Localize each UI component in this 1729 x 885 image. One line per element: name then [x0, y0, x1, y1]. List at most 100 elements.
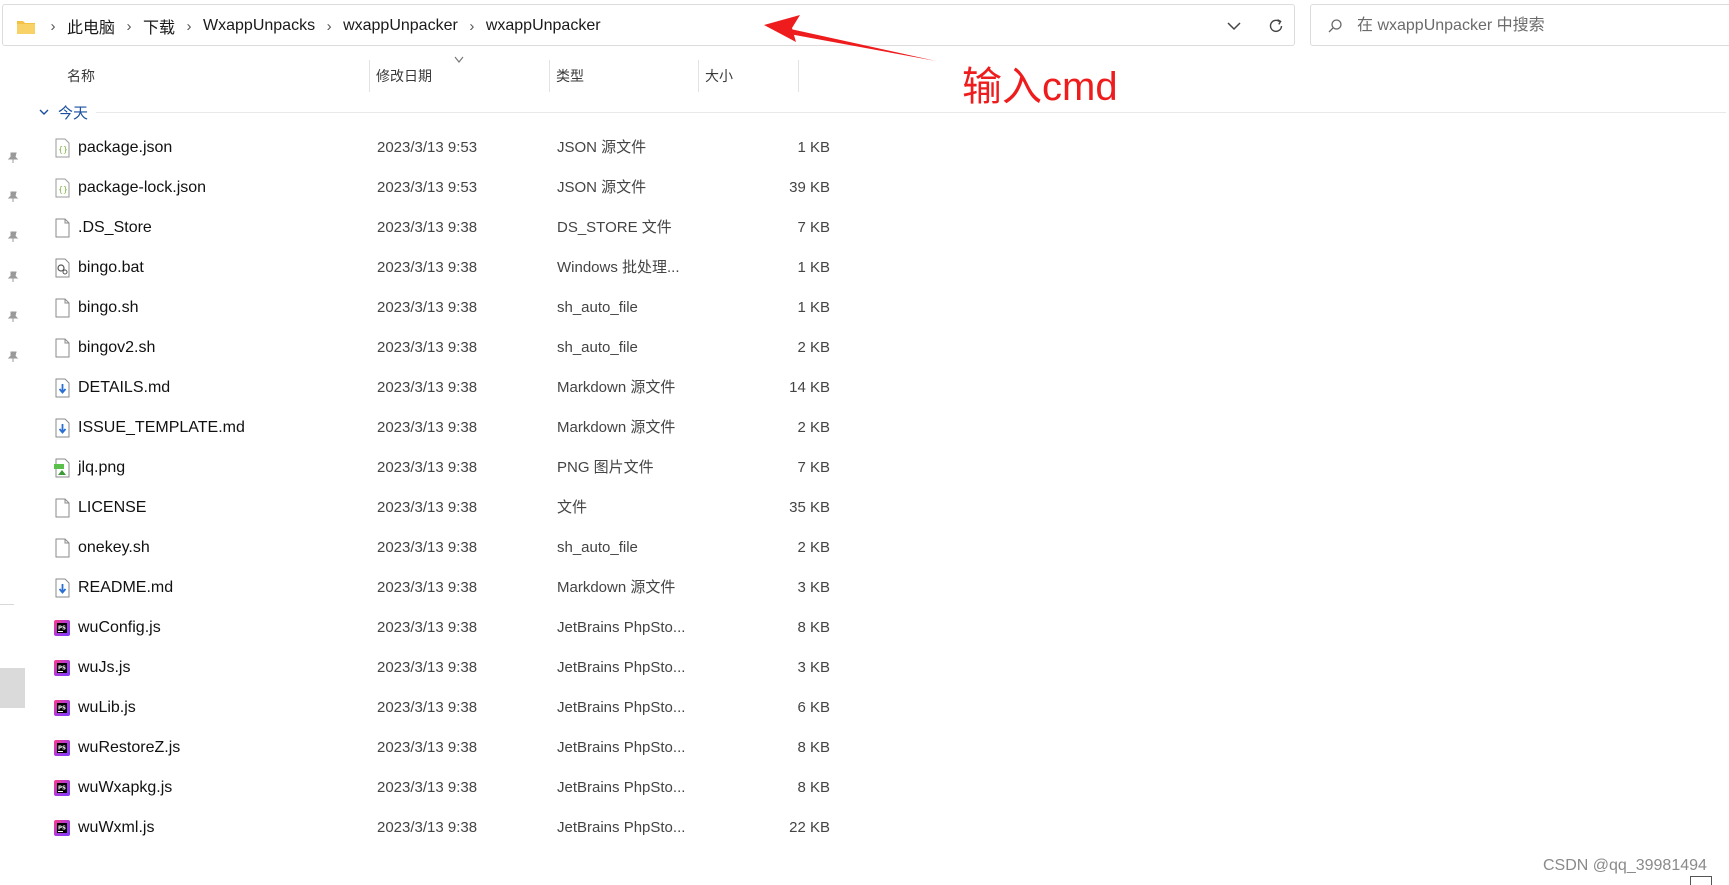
- file-size: 6 KB: [797, 699, 830, 716]
- file-name[interactable]: README.md: [78, 568, 173, 608]
- pin-icon[interactable]: [7, 191, 19, 203]
- file-modified: 2023/3/13 9:38: [377, 539, 478, 556]
- file-row[interactable]: bingo.bat 2023/3/13 9:38 Windows 批处理... 1 K…: [40, 248, 830, 288]
- file-row[interactable]: jlq.png 2023/3/13 9:38 PNG 图片文件 7 KB: [40, 448, 830, 488]
- file-name[interactable]: wuWxml.js: [78, 808, 154, 848]
- file-row[interactable]: .DS_Store 2023/3/13 9:38 DS_STORE 文件 7 KB: [40, 208, 830, 248]
- file-row[interactable]: {} package-lock.json 2023/3/13 9:53 JSON 源文…: [40, 168, 830, 208]
- file-type: sh_auto_file: [557, 339, 638, 356]
- annotation-arrow-icon: [764, 15, 936, 61]
- column-divider[interactable]: [369, 60, 370, 92]
- file-row[interactable]: onekey.sh 2023/3/13 9:38 sh_auto_file 2 KB: [40, 528, 830, 568]
- file-name[interactable]: bingov2.sh: [78, 328, 155, 368]
- address-bar[interactable]: › 此电脑 › 下载 › WxappUnpacks › wxappUnpacke…: [2, 4, 1295, 46]
- nav-scrollbar-thumb[interactable]: [0, 668, 25, 708]
- pin-icon[interactable]: [7, 152, 19, 164]
- file-row[interactable]: PS wuLib.js 2023/3/13 9:38 JetBrains PhpSto…: [40, 688, 830, 728]
- file-name[interactable]: DETAILS.md: [78, 368, 170, 408]
- breadcrumb-wxappunpacks[interactable]: WxappUnpacks: [203, 17, 315, 35]
- file-name[interactable]: wuJs.js: [78, 648, 130, 688]
- file-row[interactable]: bingo.sh 2023/3/13 9:38 sh_auto_file 1 KB: [40, 288, 830, 328]
- file-type: Markdown 源文件: [557, 579, 676, 596]
- file-name[interactable]: LICENSE: [78, 488, 146, 528]
- sort-descending-icon: [454, 56, 464, 63]
- column-divider[interactable]: [698, 60, 699, 92]
- file-size: 2 KB: [797, 339, 830, 356]
- file-name[interactable]: bingo.sh: [78, 288, 139, 328]
- pin-icon[interactable]: [7, 231, 19, 243]
- column-divider[interactable]: [549, 60, 550, 92]
- phpstorm-file-icon: PS: [54, 620, 70, 636]
- file-modified: 2023/3/13 9:38: [377, 339, 478, 356]
- watermark: CSDN @qq_39981494: [1543, 857, 1707, 874]
- file-row[interactable]: PS wuJs.js 2023/3/13 9:38 JetBrains PhpSto.…: [40, 648, 830, 688]
- file-row[interactable]: {} package.json 2023/3/13 9:53 JSON 源文件 1 KB: [40, 128, 830, 168]
- refresh-icon[interactable]: [1267, 17, 1285, 35]
- column-header-name[interactable]: 名称: [67, 58, 95, 94]
- column-header-modified[interactable]: 修改日期: [376, 58, 432, 94]
- file-type: JetBrains PhpSto...: [557, 819, 686, 836]
- breadcrumb-wxappunpacker-current[interactable]: wxappUnpacker: [486, 17, 601, 35]
- file-name[interactable]: package.json: [78, 128, 172, 168]
- chevron-right-icon[interactable]: ›: [115, 18, 143, 35]
- file-modified: 2023/3/13 9:38: [377, 659, 478, 676]
- file-row[interactable]: LICENSE 2023/3/13 9:38 文件 35 KB: [40, 488, 830, 528]
- svg-text:PS: PS: [58, 626, 66, 632]
- pin-icon[interactable]: [7, 351, 19, 363]
- file-row[interactable]: DETAILS.md 2023/3/13 9:38 Markdown 源文件 14 K…: [40, 368, 830, 408]
- chevron-right-icon[interactable]: ›: [175, 18, 203, 35]
- breadcrumb-this-pc[interactable]: 此电脑: [67, 14, 115, 38]
- file-row[interactable]: bingov2.sh 2023/3/13 9:38 sh_auto_file 2 KB: [40, 328, 830, 368]
- pin-icon[interactable]: [7, 311, 19, 323]
- chevron-down-icon[interactable]: [38, 106, 50, 118]
- file-row[interactable]: PS wuRestoreZ.js 2023/3/13 9:38 JetBrains P…: [40, 728, 830, 768]
- file-row[interactable]: README.md 2023/3/13 9:38 Markdown 源文件 3 KB: [40, 568, 830, 608]
- chevron-right-icon[interactable]: ›: [39, 18, 67, 35]
- file-size: 1 KB: [797, 139, 830, 156]
- file-name[interactable]: ISSUE_TEMPLATE.md: [78, 408, 245, 448]
- file-name[interactable]: package-lock.json: [78, 168, 206, 208]
- group-header-today[interactable]: 今天: [38, 100, 88, 124]
- file-modified: 2023/3/13 9:38: [377, 619, 478, 636]
- file-size: 1 KB: [797, 259, 830, 276]
- file-row[interactable]: PS wuWxml.js 2023/3/13 9:38 JetBrains PhpSt…: [40, 808, 830, 848]
- svg-text:{}: {}: [58, 185, 68, 194]
- navigation-pane: [0, 48, 25, 885]
- search-input[interactable]: [1355, 5, 1729, 47]
- blank-file-icon: [55, 298, 70, 318]
- file-name[interactable]: wuLib.js: [78, 688, 136, 728]
- file-size: 22 KB: [789, 819, 830, 836]
- chevron-down-icon[interactable]: [1225, 17, 1243, 35]
- file-name[interactable]: .DS_Store: [78, 208, 152, 248]
- file-name[interactable]: wuConfig.js: [78, 608, 161, 648]
- nav-divider: [0, 604, 14, 605]
- file-name[interactable]: jlq.png: [78, 448, 125, 488]
- column-header-type[interactable]: 类型: [556, 58, 584, 94]
- file-name[interactable]: bingo.bat: [78, 248, 144, 288]
- phpstorm-file-icon: PS: [54, 660, 70, 676]
- file-name[interactable]: wuRestoreZ.js: [78, 728, 180, 768]
- file-size: 3 KB: [797, 659, 830, 676]
- file-type: JSON 源文件: [557, 139, 647, 156]
- file-type: Markdown 源文件: [557, 379, 676, 396]
- corner-box: [1690, 876, 1712, 885]
- breadcrumb-downloads[interactable]: 下载: [143, 14, 175, 38]
- image-file-icon: [54, 458, 70, 478]
- blank-file-icon: [55, 338, 70, 358]
- file-row[interactable]: PS wuWxapkg.js 2023/3/13 9:38 JetBrains Php…: [40, 768, 830, 808]
- search-box[interactable]: [1310, 4, 1729, 47]
- file-row[interactable]: ISSUE_TEMPLATE.md 2023/3/13 9:38 Markdown …: [40, 408, 830, 448]
- file-modified: 2023/3/13 9:38: [377, 259, 478, 276]
- file-name[interactable]: onekey.sh: [78, 528, 150, 568]
- pin-icon[interactable]: [7, 271, 19, 283]
- file-name[interactable]: wuWxapkg.js: [78, 768, 172, 808]
- file-type: Markdown 源文件: [557, 419, 676, 436]
- file-size: 8 KB: [797, 739, 830, 756]
- file-row[interactable]: PS wuConfig.js 2023/3/13 9:38 JetBrains Php…: [40, 608, 830, 648]
- chevron-right-icon[interactable]: ›: [315, 18, 343, 35]
- batch-file-icon: [55, 258, 70, 278]
- chevron-right-icon[interactable]: ›: [458, 18, 486, 35]
- column-header-size[interactable]: 大小: [705, 58, 733, 94]
- phpstorm-file-icon: PS: [54, 700, 70, 716]
- breadcrumb-wxappunpacker[interactable]: wxappUnpacker: [343, 17, 458, 35]
